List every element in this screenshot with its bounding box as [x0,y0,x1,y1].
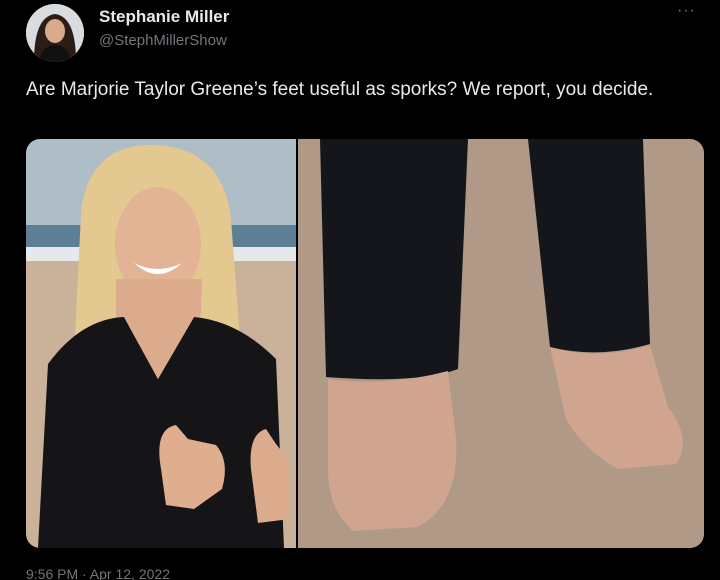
media-photo-feet-sand[interactable] [298,139,704,548]
avatar[interactable] [26,4,84,62]
tweet-text: Are Marjorie Taylor Greene’s feet useful… [26,79,654,100]
author-handle[interactable]: @StephMillerShow [99,32,227,49]
photo-bare-feet [298,139,704,548]
tweet-media[interactable] [26,139,704,548]
tweet: Stephanie Miller @StephMillerShow ··· Ar… [0,0,720,580]
more-options-icon[interactable]: ··· [677,2,696,20]
author-display-name[interactable]: Stephanie Miller [99,7,229,27]
media-photo-woman-beach[interactable] [26,139,296,548]
avatar-image [26,4,84,62]
photo-woman-thumbs-up [26,139,296,548]
tweet-timestamp[interactable]: 9:56 PM · Apr 12, 2022 [26,566,170,580]
